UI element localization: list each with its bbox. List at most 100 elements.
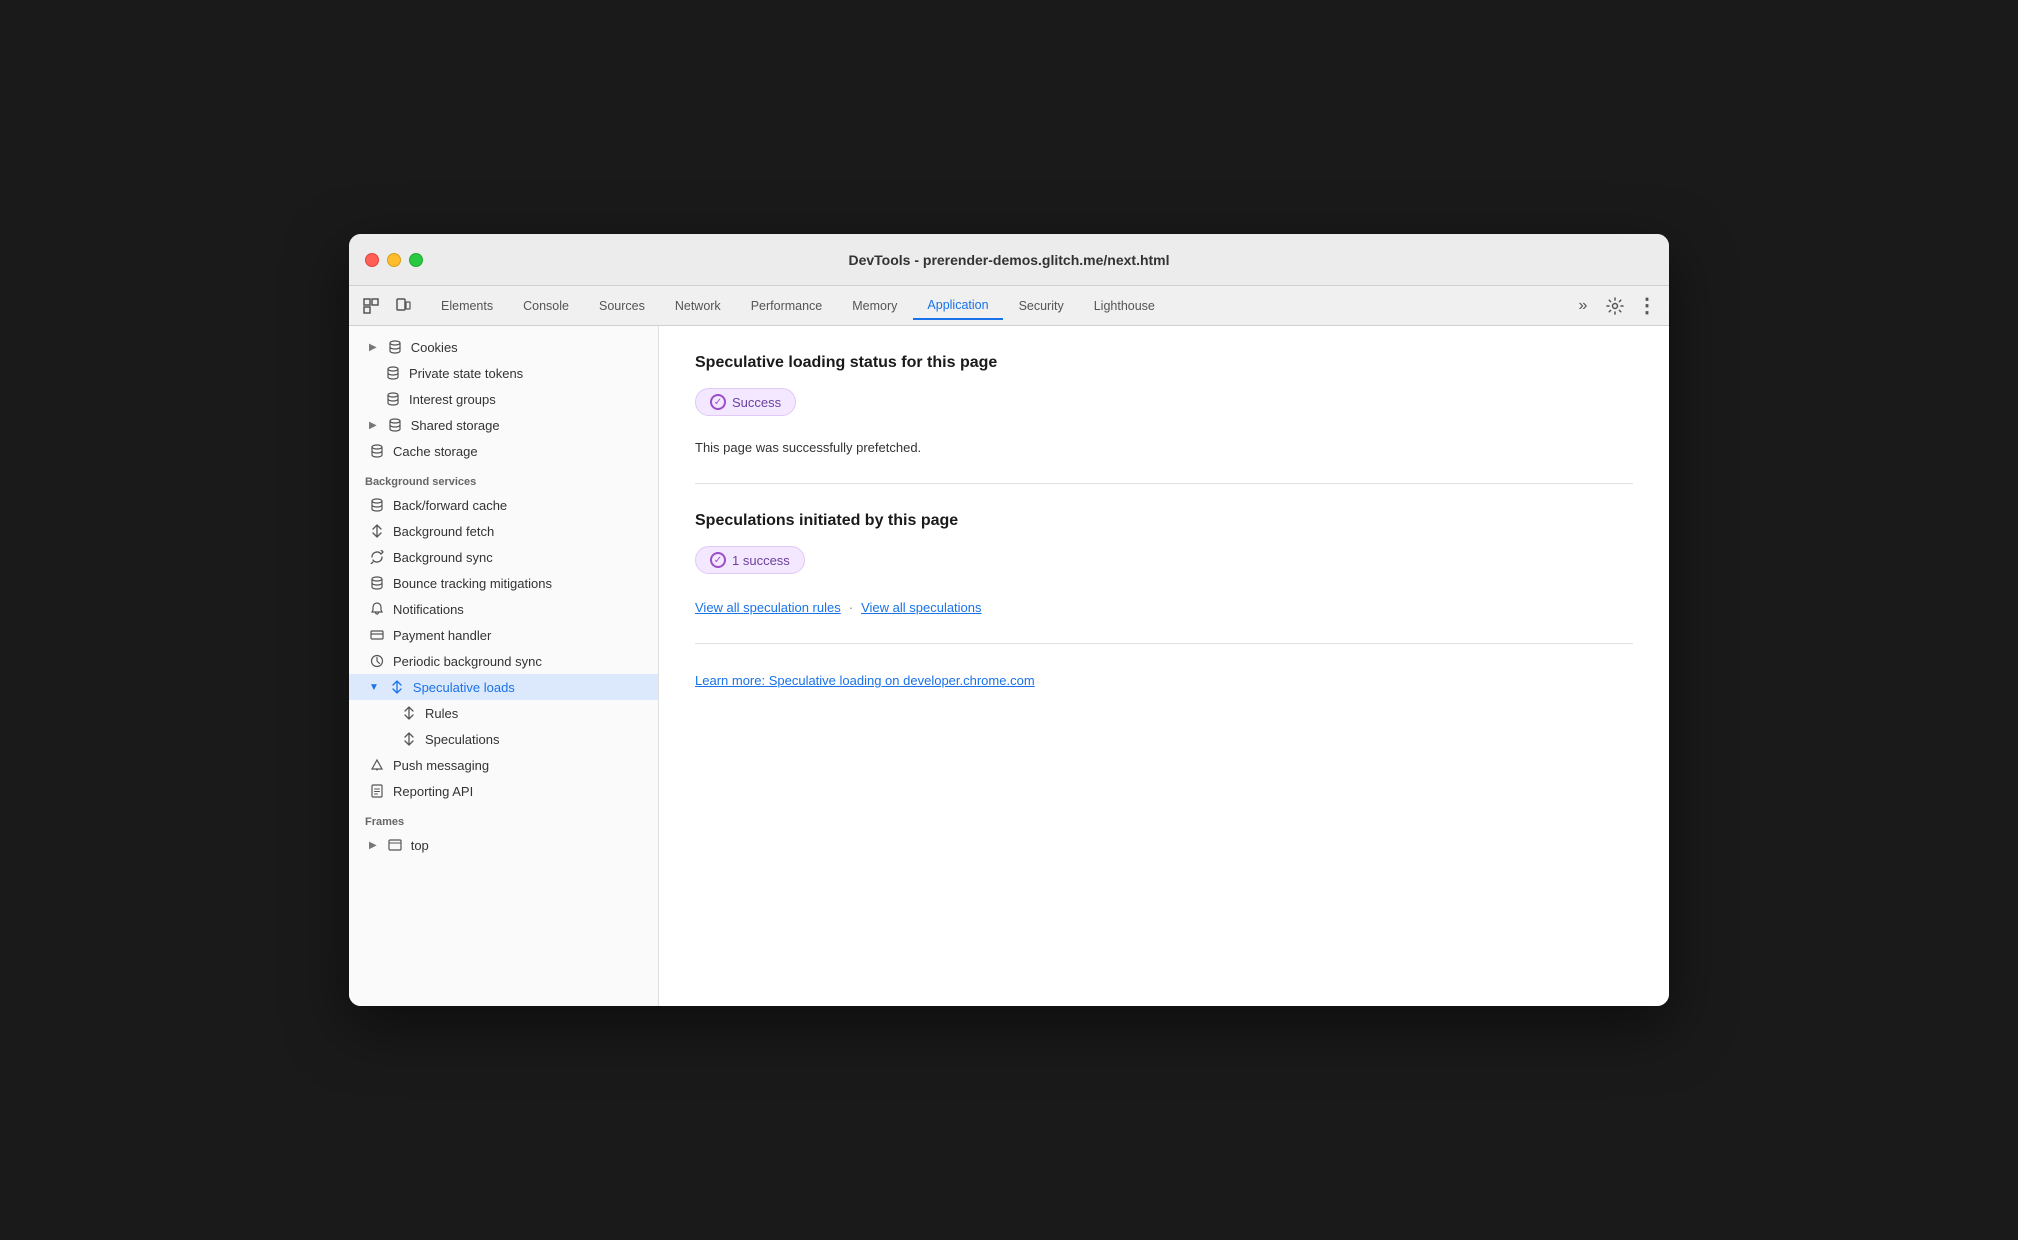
settings-button[interactable] (1601, 292, 1629, 320)
sidebar-item-top-frame[interactable]: ▶ top (349, 832, 658, 858)
success-check-icon: ✓ (710, 394, 726, 410)
periodic-bg-sync-icon (369, 653, 385, 669)
cookies-label: Cookies (411, 340, 458, 355)
device-icon[interactable] (389, 292, 417, 320)
window-title: DevTools - prerender-demos.glitch.me/nex… (848, 252, 1169, 268)
cursor-icon[interactable] (357, 292, 385, 320)
background-services-label: Background services (349, 464, 658, 492)
interest-groups-label: Interest groups (409, 392, 496, 407)
interest-groups-db-icon (385, 391, 401, 407)
private-state-db-icon (385, 365, 401, 381)
sidebar: ▶ Cookies P (349, 326, 659, 1006)
cookies-arrow-icon: ▶ (369, 342, 377, 353)
bounce-tracking-db-icon (369, 575, 385, 591)
main-layout: ▶ Cookies P (349, 326, 1669, 1006)
prefetch-description: This page was successfully prefetched. (695, 440, 1633, 455)
background-sync-icon (369, 549, 385, 565)
speculations-icon (401, 731, 417, 747)
tabbar-right: » ⋮ (1569, 292, 1661, 320)
rules-icon (401, 705, 417, 721)
one-success-badge: ✓ 1 success (695, 546, 805, 574)
speculative-loads-arrow-icon: ▼ (369, 682, 379, 693)
reporting-api-icon (369, 783, 385, 799)
speculations-initiated-section: Speculations initiated by this page ✓ 1 … (695, 512, 1633, 644)
tab-security[interactable]: Security (1005, 293, 1078, 319)
top-frame-arrow-icon: ▶ (369, 840, 377, 851)
notifications-label: Notifications (393, 602, 464, 617)
traffic-lights (365, 253, 423, 267)
learn-more-link[interactable]: Learn more: Speculative loading on devel… (695, 673, 1035, 688)
payment-handler-icon (369, 627, 385, 643)
one-success-badge-label: 1 success (732, 553, 790, 568)
sidebar-item-interest-groups[interactable]: Interest groups (349, 386, 658, 412)
back-forward-cache-label: Back/forward cache (393, 498, 507, 513)
success-badge-label: Success (732, 395, 781, 410)
top-frame-label: top (411, 838, 429, 853)
speculative-loading-status-title: Speculative loading status for this page (695, 354, 1633, 372)
sidebar-item-back-forward-cache[interactable]: Back/forward cache (349, 492, 658, 518)
reporting-api-label: Reporting API (393, 784, 473, 799)
maximize-button[interactable] (409, 253, 423, 267)
background-fetch-icon (369, 523, 385, 539)
sidebar-item-cache-storage[interactable]: Cache storage (349, 438, 658, 464)
sidebar-item-background-sync[interactable]: Background sync (349, 544, 658, 570)
more-options-button[interactable]: ⋮ (1633, 292, 1661, 320)
sidebar-item-speculations[interactable]: Speculations (349, 726, 658, 752)
cache-storage-db-icon (369, 443, 385, 459)
push-messaging-icon (369, 757, 385, 773)
sidebar-item-speculative-loads[interactable]: ▼ Speculative loads (349, 674, 658, 700)
frames-section-label: Frames (349, 804, 658, 832)
speculations-label: Speculations (425, 732, 499, 747)
view-all-speculations-link[interactable]: View all speculations (861, 600, 981, 615)
bounce-tracking-label: Bounce tracking mitigations (393, 576, 552, 591)
background-fetch-label: Background fetch (393, 524, 494, 539)
titlebar: DevTools - prerender-demos.glitch.me/nex… (349, 234, 1669, 286)
toolbar-icons (357, 292, 417, 320)
speculation-links-row: View all speculation rules · View all sp… (695, 600, 1633, 615)
devtools-window: DevTools - prerender-demos.glitch.me/nex… (349, 234, 1669, 1006)
tab-memory[interactable]: Memory (838, 293, 911, 319)
shared-storage-label: Shared storage (411, 418, 500, 433)
top-frame-window-icon (387, 837, 403, 853)
sidebar-item-periodic-bg-sync[interactable]: Periodic background sync (349, 648, 658, 674)
sidebar-item-shared-storage[interactable]: ▶ Shared storage (349, 412, 658, 438)
sidebar-item-payment-handler[interactable]: Payment handler (349, 622, 658, 648)
sidebar-item-push-messaging[interactable]: Push messaging (349, 752, 658, 778)
tab-console[interactable]: Console (509, 293, 583, 319)
rules-label: Rules (425, 706, 458, 721)
close-button[interactable] (365, 253, 379, 267)
background-sync-label: Background sync (393, 550, 493, 565)
speculative-loads-icon (389, 679, 405, 695)
view-all-speculation-rules-link[interactable]: View all speculation rules (695, 600, 841, 615)
sidebar-item-private-state-tokens[interactable]: Private state tokens (349, 360, 658, 386)
push-messaging-label: Push messaging (393, 758, 489, 773)
tab-sources[interactable]: Sources (585, 293, 659, 319)
payment-handler-label: Payment handler (393, 628, 491, 643)
tab-lighthouse[interactable]: Lighthouse (1080, 293, 1169, 319)
tabbar: Elements Console Sources Network Perform… (349, 286, 1669, 326)
success-badge: ✓ Success (695, 388, 796, 416)
one-success-check-icon: ✓ (710, 552, 726, 568)
tab-elements[interactable]: Elements (427, 293, 507, 319)
sidebar-item-notifications[interactable]: Notifications (349, 596, 658, 622)
speculative-loading-status-section: Speculative loading status for this page… (695, 354, 1633, 484)
cache-storage-label: Cache storage (393, 444, 478, 459)
learn-more-section: Learn more: Speculative loading on devel… (695, 672, 1633, 718)
sidebar-item-reporting-api[interactable]: Reporting API (349, 778, 658, 804)
minimize-button[interactable] (387, 253, 401, 267)
tab-network[interactable]: Network (661, 293, 735, 319)
speculative-loads-label: Speculative loads (413, 680, 515, 695)
sidebar-item-rules[interactable]: Rules (349, 700, 658, 726)
cookies-db-icon (387, 339, 403, 355)
tab-performance[interactable]: Performance (737, 293, 837, 319)
tab-application[interactable]: Application (913, 292, 1002, 320)
shared-storage-arrow-icon: ▶ (369, 420, 377, 431)
sidebar-item-cookies[interactable]: ▶ Cookies (349, 334, 658, 360)
more-tabs-button[interactable]: » (1569, 292, 1597, 320)
sidebar-item-background-fetch[interactable]: Background fetch (349, 518, 658, 544)
private-state-tokens-label: Private state tokens (409, 366, 523, 381)
back-forward-cache-db-icon (369, 497, 385, 513)
periodic-bg-sync-label: Periodic background sync (393, 654, 542, 669)
links-separator: · (849, 600, 853, 615)
sidebar-item-bounce-tracking[interactable]: Bounce tracking mitigations (349, 570, 658, 596)
